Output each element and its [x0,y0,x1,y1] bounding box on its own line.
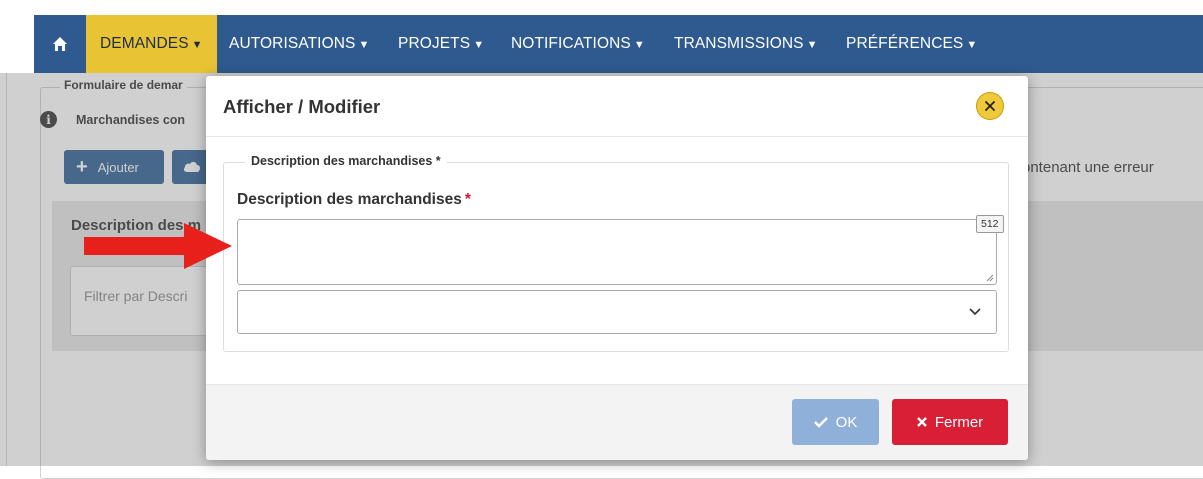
chevron-down-icon [969,308,981,316]
description-fieldset-legend: Description des marchandises * [245,154,447,168]
modal-title: Afficher / Modifier [223,96,381,117]
nav-transmissions[interactable]: TRANSMISSIONS ▼ [674,15,818,73]
required-marker: * [464,191,471,208]
caret-down-icon: ▼ [806,39,818,51]
caret-down-icon: ▼ [633,39,645,51]
annotation-arrow-icon [84,223,232,269]
description-field-label: Description des marchandises * [237,191,471,209]
nav-notifications-label: NOTIFICATIONS [511,35,631,52]
check-icon [813,417,828,428]
nav-preferences[interactable]: PRÉFÉRENCES ▼ [846,15,977,73]
home-icon [53,37,67,51]
close-button-label: Fermer [934,413,984,431]
caret-down-icon: ▼ [358,39,370,51]
ok-button-label: OK [835,413,858,431]
description-select[interactable] [237,290,997,334]
nav-projets[interactable]: PROJETS ▼ [398,15,484,73]
nav-demandes[interactable]: DEMANDES ▼ [86,15,217,73]
nav-autorisations-label: AUTORISATIONS [229,35,356,52]
close-button[interactable]: Fermer [892,399,1008,445]
times-icon [916,417,927,427]
resize-handle-icon[interactable] [986,274,994,282]
modal-header-divider [206,136,1028,137]
caret-down-icon: ▼ [473,39,485,51]
caret-down-icon: ▼ [191,39,203,51]
nav-transmissions-label: TRANSMISSIONS [674,35,804,52]
description-label-text: Description des marchandises [237,191,462,208]
ok-button[interactable]: OK [792,399,879,445]
nav-projets-label: PROJETS [398,35,471,52]
nav-preferences-label: PRÉFÉRENCES [846,35,964,52]
description-textarea[interactable] [237,219,997,285]
modal-footer: OK Fermer [206,384,1028,460]
close-icon [985,101,995,111]
home-button[interactable] [34,15,86,73]
caret-down-icon: ▼ [966,39,978,51]
nav-notifications[interactable]: NOTIFICATIONS ▼ [511,15,645,73]
char-counter-badge: 512 [976,215,1004,233]
nav-demandes-label: DEMANDES [100,35,189,52]
modal-close-button[interactable] [976,92,1004,120]
top-navbar: DEMANDES ▼ AUTORISATIONS ▼ PROJETS ▼ NOTIFI… [34,15,1203,73]
nav-autorisations[interactable]: AUTORISATIONS ▼ [229,15,369,73]
edit-modal: Afficher / Modifier Description des marc… [206,76,1028,460]
